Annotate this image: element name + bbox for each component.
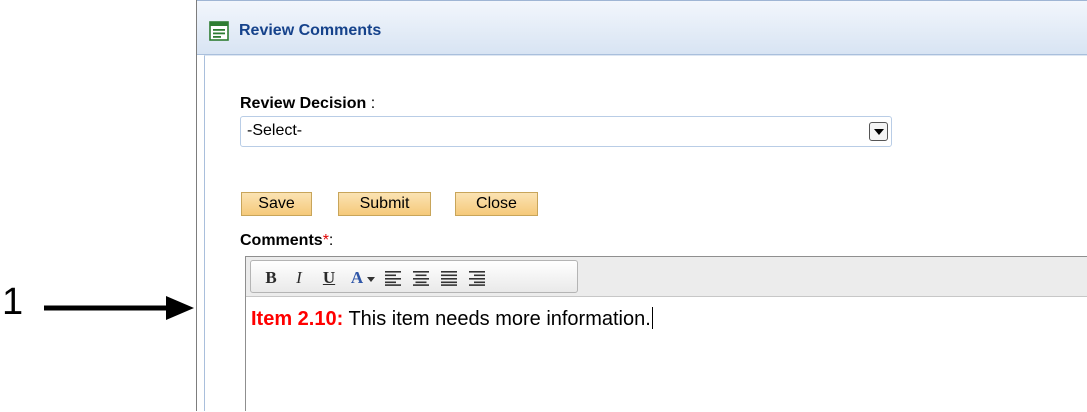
text-caret (651, 307, 653, 329)
comments-separator: : (328, 232, 334, 249)
review-decision-label-text: Review Decision (240, 95, 367, 112)
review-decision-selected-value: -Select- (247, 122, 303, 139)
arrow-icon (44, 296, 194, 320)
comments-label: Comments*: (240, 232, 333, 250)
save-button[interactable]: Save (241, 192, 312, 216)
panel-title: Review Comments (239, 22, 382, 39)
italic-button[interactable]: I (287, 267, 311, 289)
comment-content: Item 2.10: This item needs more informat… (251, 307, 653, 331)
bold-button[interactable]: B (259, 267, 283, 289)
align-right-icon[interactable] (465, 267, 489, 289)
font-color-dropdown-icon[interactable] (365, 267, 377, 289)
comments-textarea[interactable]: Item 2.10: This item needs more informat… (246, 297, 1087, 412)
editor-toolbar: B I U A (250, 260, 578, 293)
dropdown-arrow-icon[interactable] (869, 122, 888, 141)
comments-label-text: Comments (240, 232, 323, 249)
comment-item-reference: Item 2.10: (251, 308, 344, 330)
callout-number: 1 (2, 281, 24, 323)
submit-button[interactable]: Submit (338, 192, 431, 216)
comments-editor: B I U A Item 2.10: This item needs more … (245, 256, 1087, 411)
underline-button[interactable]: U (317, 267, 341, 289)
review-comments-panel: Review Comments Review Decision : -Selec… (196, 0, 1087, 411)
align-justify-icon[interactable] (437, 267, 461, 289)
form-icon (209, 21, 229, 41)
review-decision-separator: : (366, 95, 376, 112)
close-button[interactable]: Close (455, 192, 538, 216)
review-decision-label: Review Decision : (240, 95, 375, 113)
editor-toolbar-area: B I U A (246, 257, 1087, 297)
align-center-icon[interactable] (409, 267, 433, 289)
review-decision-select[interactable]: -Select- (240, 116, 892, 147)
align-left-icon[interactable] (381, 267, 405, 289)
comment-text: This item needs more information. (343, 308, 651, 330)
panel-header: Review Comments (197, 0, 1087, 55)
